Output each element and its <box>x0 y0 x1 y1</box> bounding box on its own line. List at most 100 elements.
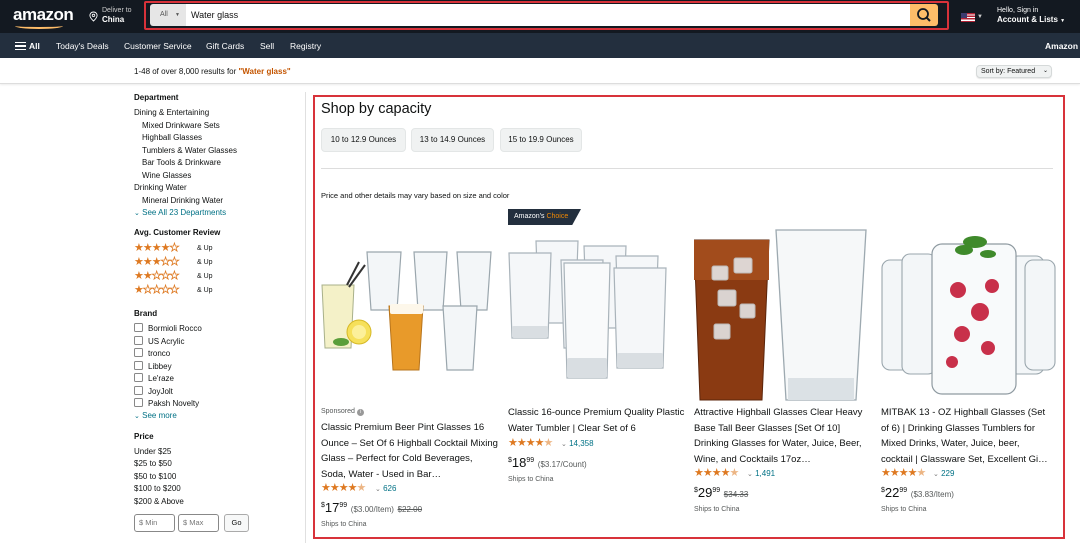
dept-drinking-water[interactable]: Drinking Water <box>134 183 187 192</box>
rating-filter-3[interactable]: ★★★★★ <box>134 256 180 268</box>
chevron-down-icon: ⌄ <box>134 413 140 420</box>
product-price: $1799 ($3.00/Item) $22.00 <box>321 500 423 515</box>
review-heading: Avg. Customer Review <box>134 228 221 237</box>
rating-filter-1[interactable]: ★★★★★ <box>134 284 180 296</box>
price-200-above[interactable]: $200 & Above <box>134 497 184 506</box>
price-go-button[interactable]: Go <box>224 514 249 532</box>
ships-to-label: Ships to China <box>321 521 367 528</box>
brand-checkbox[interactable] <box>134 398 143 407</box>
nav-todays-deals[interactable]: Today's Deals <box>56 41 109 51</box>
brand-checkbox[interactable] <box>134 348 143 357</box>
account-greeting: Hello, Sign in <box>997 7 1039 14</box>
chevron-down-icon: ⌄ <box>561 441 567 448</box>
dept-highball[interactable]: Highball Glasses <box>142 133 202 142</box>
dept-tumblers[interactable]: Tumblers & Water Glasses <box>142 146 237 155</box>
deliver-label: Deliver to <box>102 7 132 14</box>
min-price-input[interactable]: $ Min <box>134 514 175 532</box>
nav-sell[interactable]: Sell <box>260 41 274 51</box>
amazon-logo[interactable]: amazon <box>13 5 74 25</box>
price-50-100[interactable]: $50 to $100 <box>134 472 176 481</box>
nav-registry[interactable]: Registry <box>290 41 321 51</box>
section-divider <box>321 168 1053 169</box>
product-image[interactable] <box>694 228 870 402</box>
dept-bar-tools[interactable]: Bar Tools & Drinkware <box>142 158 221 167</box>
rating-filter-4[interactable]: ★★★★★ <box>134 242 180 254</box>
product-image[interactable] <box>506 238 682 388</box>
brand-checkbox[interactable] <box>134 386 143 395</box>
deliver-to[interactable]: Deliver to China <box>102 6 132 24</box>
info-icon[interactable]: i <box>356 409 364 416</box>
brand-checkbox[interactable] <box>134 373 143 382</box>
dept-wine-glasses[interactable]: Wine Glasses <box>142 171 191 180</box>
product-rating[interactable]: ★★★★★ <box>321 483 366 494</box>
logo-smile-icon <box>15 23 63 29</box>
deliver-country: China <box>102 15 125 24</box>
product-rating[interactable]: ★★★★★ <box>694 468 739 479</box>
ships-to-label: Ships to China <box>508 476 554 483</box>
product-rating[interactable]: ★★★★★ <box>881 468 926 479</box>
all-menu-button[interactable]: All <box>29 41 40 51</box>
price-disclaimer: Price and other details may vary based o… <box>321 191 510 200</box>
us-flag-icon[interactable] <box>961 13 975 22</box>
brand-label: Bormioli Rocco <box>148 324 202 333</box>
location-pin-icon <box>89 11 98 22</box>
search-button[interactable] <box>910 4 938 26</box>
brand-label: Libbey <box>148 362 172 371</box>
sponsored-label: Sponsored i <box>321 408 364 416</box>
sort-label: Sort by: Featured <box>981 68 1036 75</box>
dept-mixed-drinkware[interactable]: Mixed Drinkware Sets <box>142 121 220 130</box>
product-price: $1899 ($3.17/Count) <box>508 455 587 470</box>
price-100-200[interactable]: $100 to $200 <box>134 484 181 493</box>
product-title[interactable]: Attractive Highball Glasses Clear Heavy … <box>694 405 866 467</box>
product-image[interactable] <box>319 240 495 390</box>
review-count[interactable]: ⌄ 1,491 <box>747 469 775 478</box>
capacity-chip-10-12[interactable]: 10 to 12.9 Ounces <box>321 128 406 152</box>
chevron-down-icon: ⌄ <box>134 210 140 217</box>
hamburger-menu-icon[interactable] <box>15 42 26 50</box>
department-heading: Department <box>134 93 179 102</box>
rating-2-andup: & Up <box>197 273 213 280</box>
product-rating[interactable]: ★★★★★ <box>508 438 553 449</box>
amazons-choice-badge: Amazon's Choice <box>508 209 581 225</box>
brand-checkbox[interactable] <box>134 336 143 345</box>
capacity-chip-13-14[interactable]: 13 to 14.9 Ounces <box>411 128 494 152</box>
brand-label: tronco <box>148 349 171 358</box>
review-count[interactable]: ⌄ 229 <box>933 469 954 478</box>
chevron-down-icon: ▼ <box>175 12 180 18</box>
nav-customer-service[interactable]: Customer Service <box>124 41 192 51</box>
brand-checkbox[interactable] <box>134 361 143 370</box>
chevron-down-icon: ⌄ <box>375 486 381 493</box>
capacity-chip-15-19[interactable]: 15 to 19.9 Ounces <box>500 128 582 152</box>
brand-label: JoyJolt <box>148 387 173 396</box>
dept-mineral-water[interactable]: Mineral Drinking Water <box>142 196 223 205</box>
product-image[interactable] <box>880 230 1056 402</box>
nav-gift-cards[interactable]: Gift Cards <box>206 41 244 51</box>
see-all-departments-link[interactable]: ⌄ See All 23 Departments <box>134 208 226 217</box>
ships-to-label: Ships to China <box>694 506 740 513</box>
sort-dropdown[interactable]: Sort by: Featured ⌄ <box>976 65 1052 78</box>
nav-amazon-promo[interactable]: Amazon <box>1045 41 1078 51</box>
rating-3-andup: & Up <box>197 259 213 266</box>
account-chevron-icon: ▼ <box>1060 18 1066 24</box>
account-menu[interactable]: Hello, Sign in Account & Lists ▼ <box>997 6 1065 26</box>
brand-checkbox[interactable] <box>134 323 143 332</box>
search-category-select[interactable]: All ▼ <box>150 4 186 26</box>
review-count[interactable]: ⌄ 14,358 <box>561 439 594 448</box>
shop-by-capacity-title: Shop by capacity <box>321 101 432 117</box>
search-input[interactable] <box>186 4 910 26</box>
price-under-25[interactable]: Under $25 <box>134 447 171 456</box>
product-title[interactable]: Classic 16-ounce Premium Quality Plastic… <box>508 405 686 437</box>
rating-filter-2[interactable]: ★★★★★ <box>134 270 180 282</box>
dept-dining[interactable]: Dining & Entertaining <box>134 108 209 117</box>
results-bar: 1-48 of over 8,000 results for "Water gl… <box>0 58 1080 84</box>
review-count[interactable]: ⌄ 626 <box>375 484 396 493</box>
see-more-brands-link[interactable]: ⌄ See more <box>134 411 177 420</box>
product-title[interactable]: Classic Premium Beer Pint Glasses 16 Oun… <box>321 420 499 482</box>
brand-heading: Brand <box>134 309 158 318</box>
brand-label: Le'raze <box>148 374 174 383</box>
search-icon <box>917 8 931 22</box>
product-title[interactable]: MITBAK 13 - OZ Highball Glasses (Set of … <box>881 405 1053 467</box>
max-price-input[interactable]: $ Max <box>178 514 219 532</box>
price-25-50[interactable]: $25 to $50 <box>134 459 172 468</box>
ships-to-label: Ships to China <box>881 506 927 513</box>
